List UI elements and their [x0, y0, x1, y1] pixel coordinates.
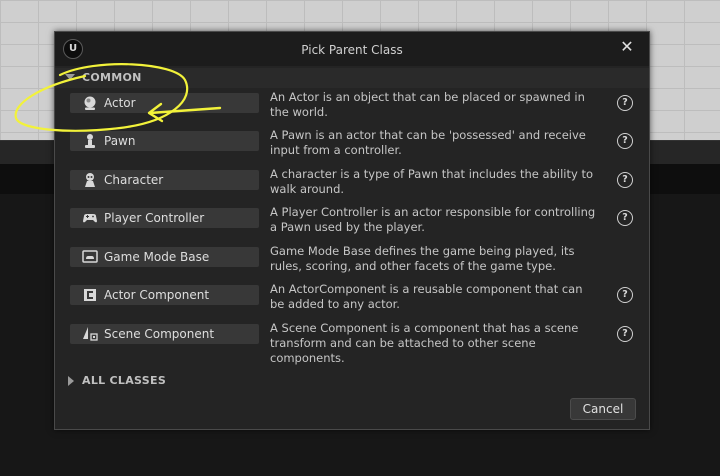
pawn-button-label: Pawn	[104, 134, 136, 148]
scene-component-help-icon[interactable]: ?	[617, 326, 633, 342]
scene-component-description: A Scene Component is a component that ha…	[270, 321, 579, 365]
class-row-pawn: Pawn A Pawn is an actor that can be 'pos…	[55, 127, 649, 165]
class-row-player-controller: Player Controller A Player Controller is…	[55, 204, 649, 242]
chevron-right-icon	[68, 376, 74, 386]
scene-component-button[interactable]: Scene Component	[70, 324, 259, 344]
gamepad-icon	[82, 210, 98, 226]
game-mode-icon	[82, 249, 98, 265]
actor-component-button-label: Actor Component	[104, 288, 210, 302]
actor-description: An Actor is an object that can be placed…	[270, 90, 585, 119]
character-icon	[82, 172, 98, 188]
actor-button-label: Actor	[104, 96, 136, 110]
player-controller-description: A Player Controller is an actor responsi…	[270, 205, 596, 234]
chevron-down-icon	[65, 74, 75, 80]
scene-component-icon	[82, 326, 98, 342]
dialog-title: Pick Parent Class	[301, 43, 403, 57]
actor-component-description: An ActorComponent is a reusable componen…	[270, 282, 583, 311]
game-mode-base-description: Game Mode Base defines the game being pl…	[270, 244, 575, 273]
all-classes-section-header[interactable]: ALL CLASSES	[55, 371, 649, 391]
pawn-help-icon[interactable]: ?	[617, 133, 633, 149]
class-row-game-mode-base: Game Mode Base Game Mode Base defines th…	[55, 243, 649, 281]
actor-button[interactable]: Actor	[70, 93, 259, 113]
game-mode-base-button-label: Game Mode Base	[104, 250, 210, 264]
game-mode-base-button[interactable]: Game Mode Base	[70, 247, 259, 267]
common-section-header[interactable]: COMMON	[55, 68, 649, 88]
character-button[interactable]: Character	[70, 170, 259, 190]
player-controller-help-icon[interactable]: ?	[617, 210, 633, 226]
actor-component-help-icon[interactable]: ?	[617, 287, 633, 303]
pawn-button[interactable]: Pawn	[70, 131, 259, 151]
pawn-icon	[82, 133, 98, 149]
close-button[interactable]: ✕	[617, 37, 637, 57]
cancel-button[interactable]: Cancel	[570, 398, 636, 420]
actor-component-button[interactable]: Actor Component	[70, 285, 259, 305]
pick-parent-class-dialog: U Pick Parent Class ✕ COMMON Actor An Ac…	[54, 31, 650, 430]
common-section-label: COMMON	[82, 71, 142, 84]
character-button-label: Character	[104, 173, 164, 187]
actor-icon	[82, 95, 98, 111]
scene-component-button-label: Scene Component	[104, 327, 215, 341]
all-classes-section-label: ALL CLASSES	[82, 374, 167, 387]
dialog-titlebar: U Pick Parent Class ✕	[55, 32, 649, 66]
component-icon	[82, 287, 98, 303]
character-help-icon[interactable]: ?	[617, 172, 633, 188]
player-controller-button[interactable]: Player Controller	[70, 208, 259, 228]
class-row-scene-component: Scene Component A Scene Component is a c…	[55, 320, 649, 365]
actor-help-icon[interactable]: ?	[617, 95, 633, 111]
player-controller-button-label: Player Controller	[104, 211, 205, 225]
class-row-actor: Actor An Actor is an object that can be …	[55, 89, 649, 127]
pawn-description: A Pawn is an actor that can be 'possesse…	[270, 128, 586, 157]
class-row-actor-component: Actor Component An ActorComponent is a r…	[55, 281, 649, 319]
class-row-character: Character A character is a type of Pawn …	[55, 166, 649, 204]
character-description: A character is a type of Pawn that inclu…	[270, 167, 593, 196]
